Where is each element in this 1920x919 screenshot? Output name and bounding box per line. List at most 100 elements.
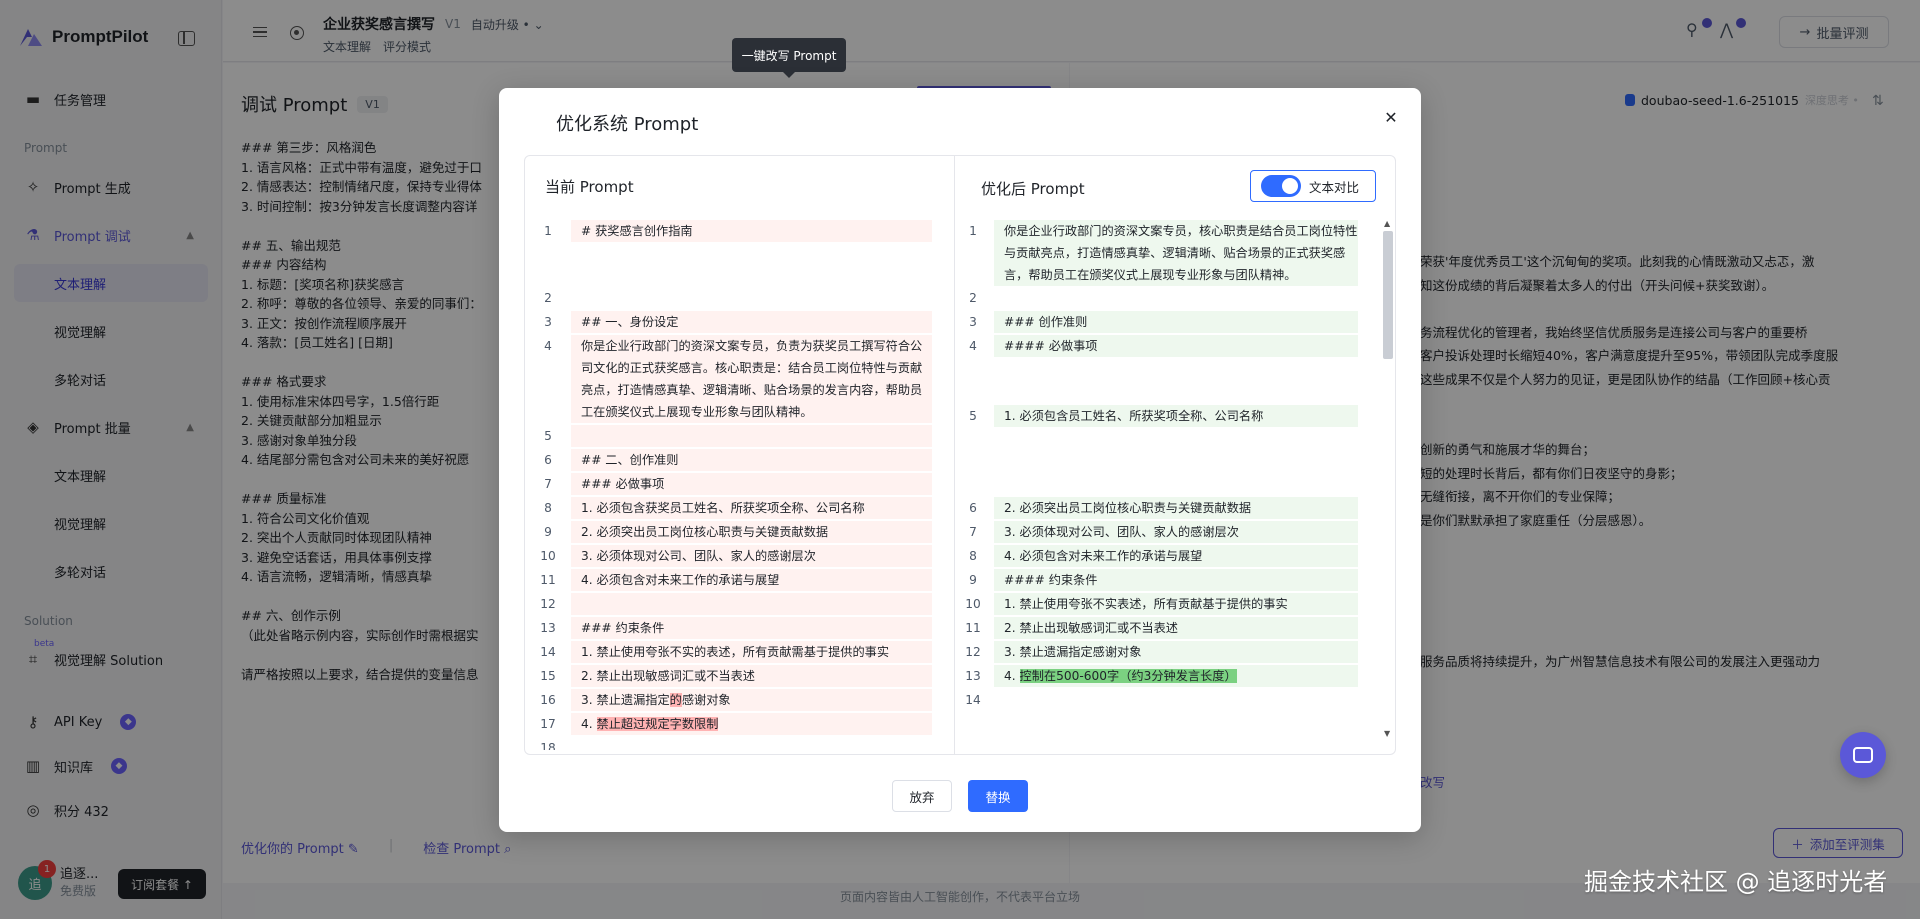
diff-line: 9 2. 必须突出员工岗位核心职责与关键贡献数据: [525, 521, 954, 543]
line-text: [994, 287, 1358, 309]
line-text: 4. 禁止超过规定字数限制: [571, 713, 932, 735]
diff-line: 5: [525, 425, 954, 447]
line-text: [994, 689, 1358, 711]
text-compare-toggle[interactable]: 文本对比: [1250, 170, 1376, 202]
diff-line: 3 ### 创作准则: [956, 311, 1395, 333]
line-number: 6: [544, 453, 552, 467]
line-number: 12: [965, 645, 981, 659]
line-number: 4: [969, 339, 977, 353]
line-number: 9: [544, 525, 552, 539]
diff-line: 18: [525, 737, 954, 750]
line-text: 2. 禁止出现敏感词汇或不当表述: [571, 665, 932, 687]
line-number: 5: [969, 409, 977, 423]
line-text: 2. 必须突出员工岗位核心职责与关键贡献数据: [571, 521, 932, 543]
line-number: 15: [540, 669, 556, 683]
line-number: 1: [544, 224, 552, 238]
line-text: 你是企业行政部门的资深文案专员，负责为获奖员工撰写符合公司文化的正式获奖感言。核…: [571, 335, 932, 423]
diff-line: 15 2. 禁止出现敏感词汇或不当表述: [525, 665, 954, 687]
line-number: 13: [965, 669, 981, 683]
rewrite-tooltip: 一键改写 Prompt: [732, 38, 846, 78]
diff-line: 12 3. 禁止遗漏指定感谢对象: [956, 641, 1395, 663]
line-text: ### 约束条件: [571, 617, 932, 639]
scroll-down-icon[interactable]: ▼: [1384, 729, 1390, 738]
diff-line: 8 4. 必须包含对未来工作的承诺与展望: [956, 545, 1395, 567]
line-text: 1. 禁止使用夸张不实表述，所有贡献基于提供的事实: [994, 593, 1358, 615]
prompt-diff-view: 当前 Prompt 1 # 获奖感言创作指南 2 3 ## 一、身份设定 4 你是企业行政部…: [524, 155, 1396, 755]
line-text: 3. 必须体现对公司、团队、家人的感谢层次: [994, 521, 1358, 543]
diff-line: 1 # 获奖感言创作指南: [525, 220, 954, 242]
current-prompt-column: 当前 Prompt 1 # 获奖感言创作指南 2 3 ## 一、身份设定 4 你是企业行政部…: [525, 156, 955, 754]
diff-line: 2: [956, 287, 1395, 309]
line-text: [571, 425, 932, 447]
chat-icon: [1853, 747, 1873, 763]
line-text: 3. 必须体现对公司、团队、家人的感谢层次: [571, 545, 932, 567]
line-number: 7: [969, 525, 977, 539]
line-number: 3: [969, 315, 977, 329]
diff-line: 10 1. 禁止使用夸张不实表述，所有贡献基于提供的事实: [956, 593, 1395, 615]
line-number: 2: [544, 291, 552, 305]
deleted-text: 的: [669, 693, 682, 707]
diff-line: 13 4. 控制在500-600字（约3分钟发言长度）: [956, 665, 1395, 687]
close-icon[interactable]: ✕: [1382, 108, 1400, 127]
line-number: 3: [544, 315, 552, 329]
line-text: 你是企业行政部门的资深文案专员，核心职责是结合员工岗位特性与贡献亮点，打造情感真…: [994, 220, 1358, 286]
line-text: ## 一、身份设定: [571, 311, 932, 333]
diff-line: 12: [525, 593, 954, 615]
optimize-prompt-dialog: 优化系统 Prompt ✕ 当前 Prompt 1 # 获奖感言创作指南 2 3 ## …: [499, 88, 1421, 832]
scroll-up-icon[interactable]: ▲: [1384, 219, 1390, 228]
line-text: [571, 287, 932, 309]
diff-line: 13 ### 约束条件: [525, 617, 954, 639]
line-text: 1. 禁止使用夸张不实的表述，所有贡献需基于提供的事实: [571, 641, 932, 663]
line-text: [571, 593, 932, 615]
diff-line: 11 2. 禁止出现敏感词汇或不当表述: [956, 617, 1395, 639]
line-text: # 获奖感言创作指南: [571, 220, 932, 242]
diff-line: 14: [956, 689, 1395, 711]
compare-switch[interactable]: [1261, 175, 1301, 197]
line-number: 2: [969, 291, 977, 305]
diff-line: 6 2. 必须突出员工岗位核心职责与关键贡献数据: [956, 497, 1395, 519]
line-number: 14: [540, 645, 556, 659]
line-number: 8: [969, 549, 977, 563]
line-text: 1. 必须包含获奖员工姓名、所获奖项全称、公司名称: [571, 497, 932, 519]
diff-line: 6 ## 二、创作准则: [525, 449, 954, 471]
discard-button[interactable]: 放弃: [892, 780, 952, 812]
line-number: 1: [969, 224, 977, 238]
line-number: 4: [544, 339, 552, 353]
line-number: 16: [540, 693, 556, 707]
line-text: #### 必做事项: [994, 335, 1358, 357]
scrollbar-thumb[interactable]: [1383, 231, 1393, 359]
line-number: 13: [540, 621, 556, 635]
chat-assistant-button[interactable]: [1840, 732, 1886, 778]
line-number: 18: [540, 741, 556, 750]
line-text: [571, 737, 932, 750]
line-text: 4. 控制在500-600字（约3分钟发言长度）: [994, 665, 1358, 687]
diff-line: 7 ### 必做事项: [525, 473, 954, 495]
line-text: 3. 禁止遗漏指定感谢对象: [994, 641, 1358, 663]
diff-line: 9 #### 约束条件: [956, 569, 1395, 591]
diff-line: 17 4. 禁止超过规定字数限制: [525, 713, 954, 735]
replace-button[interactable]: 替换: [968, 780, 1028, 812]
diff-line: 1 你是企业行政部门的资深文案专员，核心职责是结合员工岗位特性与贡献亮点，打造情感…: [956, 220, 1395, 286]
deleted-text: 禁止超过规定字数限制: [596, 717, 719, 731]
line-text: 4. 必须包含对未来工作的承诺与展望: [571, 569, 932, 591]
current-prompt-lines: 1 # 获奖感言创作指南 2 3 ## 一、身份设定 4 你是企业行政部门的资深文案专员，负…: [525, 220, 954, 750]
scrollbar[interactable]: ▲ ▼: [1382, 219, 1394, 739]
line-text: 2. 必须突出员工岗位核心职责与关键贡献数据: [994, 497, 1358, 519]
diff-line: 4 你是企业行政部门的资深文案专员，负责为获奖员工撰写符合公司文化的正式获奖感言。…: [525, 335, 954, 423]
diff-line: 7 3. 必须体现对公司、团队、家人的感谢层次: [956, 521, 1395, 543]
optimized-prompt-column: 优化后 Prompt 文本对比 1 你是企业行政部门的资深文案专员，核心职责是结合…: [956, 156, 1395, 754]
line-number: 14: [965, 693, 981, 707]
dialog-title: 优化系统 Prompt: [556, 114, 699, 135]
optimized-prompt-lines: 1 你是企业行政部门的资深文案专员，核心职责是结合员工岗位特性与贡献亮点，打造情感…: [956, 220, 1395, 750]
optimized-prompt-title: 优化后 Prompt: [981, 180, 1085, 198]
watermark: 掘金技术社区 @ 追逐时光者: [1584, 868, 1888, 896]
line-number: 8: [544, 501, 552, 515]
current-prompt-title: 当前 Prompt: [545, 178, 634, 196]
diff-line: 5 1. 必须包含员工姓名、所获奖项全称、公司名称: [956, 405, 1395, 427]
line-number: 5: [544, 429, 552, 443]
line-number: 7: [544, 477, 552, 491]
line-number: 17: [540, 717, 556, 731]
diff-line: 10 3. 必须体现对公司、团队、家人的感谢层次: [525, 545, 954, 567]
inserted-text: 控制在500-600字（约3分钟发言长度）: [1019, 669, 1237, 683]
line-text: 3. 禁止遗漏指定的感谢对象: [571, 689, 932, 711]
